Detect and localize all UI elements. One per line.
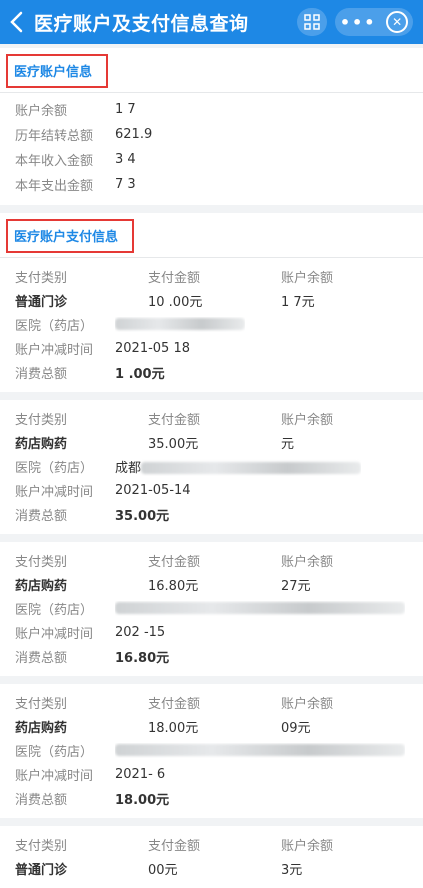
hospital-value (115, 317, 245, 332)
col-header-type: 支付类别 (15, 554, 68, 570)
more-button[interactable]: ••• (340, 13, 377, 32)
hospital-value (115, 743, 405, 758)
account-row: 本年支出金额 7 3 (0, 172, 423, 197)
col-header-amount: 支付金额 (148, 412, 201, 428)
col-header-balance: 账户余额 (281, 270, 334, 286)
payment-type: 药店购药 (15, 720, 68, 736)
col-header-type: 支付类别 (15, 838, 68, 854)
hospital-label: 医院（药店） (15, 318, 94, 334)
mini-program-capsule: ••• ✕ (335, 8, 413, 36)
account-info-header: 医疗账户信息 (0, 48, 423, 93)
row-value: 621.9 (115, 127, 153, 142)
total-value: 16.80元 (115, 650, 170, 666)
col-header-amount: 支付金额 (148, 838, 201, 854)
account-row: 账户余额 1 7 (0, 97, 423, 122)
hospital-label: 医院（药店） (15, 744, 94, 760)
total-label: 消费总额 (15, 792, 68, 808)
page-title: 医疗账户及支付信息查询 (34, 12, 249, 35)
col-header-amount: 支付金额 (148, 554, 201, 570)
payment-type: 药店购药 (15, 436, 68, 452)
payment-balance: 3元 (281, 862, 303, 878)
payment-info-card: 医疗账户支付信息 支付类别 支付金额 账户余额 普通门诊 10 .00元 1 7… (0, 213, 423, 392)
payment-record[interactable]: 支付类别 支付金额 账户余额 普通门诊 00元 3元 (0, 826, 423, 888)
close-circle-icon[interactable]: ✕ (386, 11, 409, 33)
highlight-box (6, 219, 134, 253)
col-header-amount: 支付金额 (148, 696, 201, 712)
hospital-value (115, 601, 405, 616)
date-label: 账户冲减时间 (15, 626, 94, 642)
date-label: 账户冲减时间 (15, 342, 94, 358)
highlight-box (6, 54, 108, 88)
account-row: 历年结转总额 621.9 (0, 122, 423, 147)
payment-type: 普通门诊 (15, 862, 68, 878)
col-header-balance: 账户余额 (281, 412, 334, 428)
col-header-type: 支付类别 (15, 696, 68, 712)
row-label: 账户余额 (15, 104, 68, 119)
col-header-type: 支付类别 (15, 270, 68, 286)
payment-amount: 16.80元 (148, 578, 199, 594)
scan-icon[interactable] (297, 8, 327, 36)
total-value: 1 .00元 (115, 366, 165, 382)
row-value: 3 4 (115, 152, 136, 167)
date-label: 账户冲减时间 (15, 484, 94, 500)
hospital-label: 医院（药店） (15, 460, 94, 476)
col-header-balance: 账户余额 (281, 696, 334, 712)
date-label: 账户冲减时间 (15, 768, 94, 784)
account-row: 本年收入金额 3 4 (0, 147, 423, 172)
total-label: 消费总额 (15, 650, 68, 666)
account-info-card: 医疗账户信息 账户余额 1 7 历年结转总额 621.9 本年收入金额 3 4 … (0, 48, 423, 205)
row-label: 本年收入金额 (15, 154, 94, 169)
payment-amount: 00元 (148, 862, 178, 878)
col-header-type: 支付类别 (15, 412, 68, 428)
payment-type: 普通门诊 (15, 294, 68, 310)
total-label: 消费总额 (15, 366, 68, 382)
row-label: 本年支出金额 (15, 179, 94, 194)
hospital-label: 医院（药店） (15, 602, 94, 618)
payment-balance: 27元 (281, 578, 311, 594)
col-header-balance: 账户余额 (281, 838, 334, 854)
payment-record[interactable]: 支付类别 支付金额 账户余额 药店购药 35.00元 元 医院（药店） 成都 账… (0, 400, 423, 534)
payment-record[interactable]: 支付类别 支付金额 账户余额 药店购药 18.00元 09元 医院（药店） 账户… (0, 684, 423, 818)
row-value: 1 7 (115, 102, 136, 117)
title-bar: 医疗账户及支付信息查询 ••• ✕ (0, 0, 423, 44)
total-label: 消费总额 (15, 508, 68, 524)
payment-balance: 1 7元 (281, 294, 315, 310)
chevron-left-icon[interactable] (0, 0, 34, 44)
col-header-amount: 支付金额 (148, 270, 201, 286)
date-value: 2021-05-14 (115, 482, 191, 498)
row-value: 7 3 (115, 177, 136, 192)
payment-record[interactable]: 支付类别 支付金额 账户余额 普通门诊 10 .00元 1 7元 医院（药店） … (0, 258, 423, 392)
date-value: 202 -15 (115, 624, 166, 640)
payment-record[interactable]: 支付类别 支付金额 账户余额 药店购药 16.80元 27元 医院（药店） 账户… (0, 542, 423, 676)
payment-amount: 10 .00元 (148, 294, 203, 310)
payment-type: 药店购药 (15, 578, 68, 594)
date-value: 2021- 6 (115, 766, 166, 782)
payment-info-header: 医疗账户支付信息 (0, 213, 423, 258)
payment-balance: 元 (281, 436, 295, 452)
payment-balance: 09元 (281, 720, 311, 736)
payment-amount: 18.00元 (148, 720, 199, 736)
total-value: 18.00元 (115, 792, 170, 808)
total-value: 35.00元 (115, 508, 170, 524)
hospital-value: 成都 (115, 457, 362, 476)
col-header-balance: 账户余额 (281, 554, 334, 570)
date-value: 2021-05 18 (115, 340, 190, 356)
payment-amount: 35.00元 (148, 436, 199, 452)
row-label: 历年结转总额 (15, 129, 94, 144)
